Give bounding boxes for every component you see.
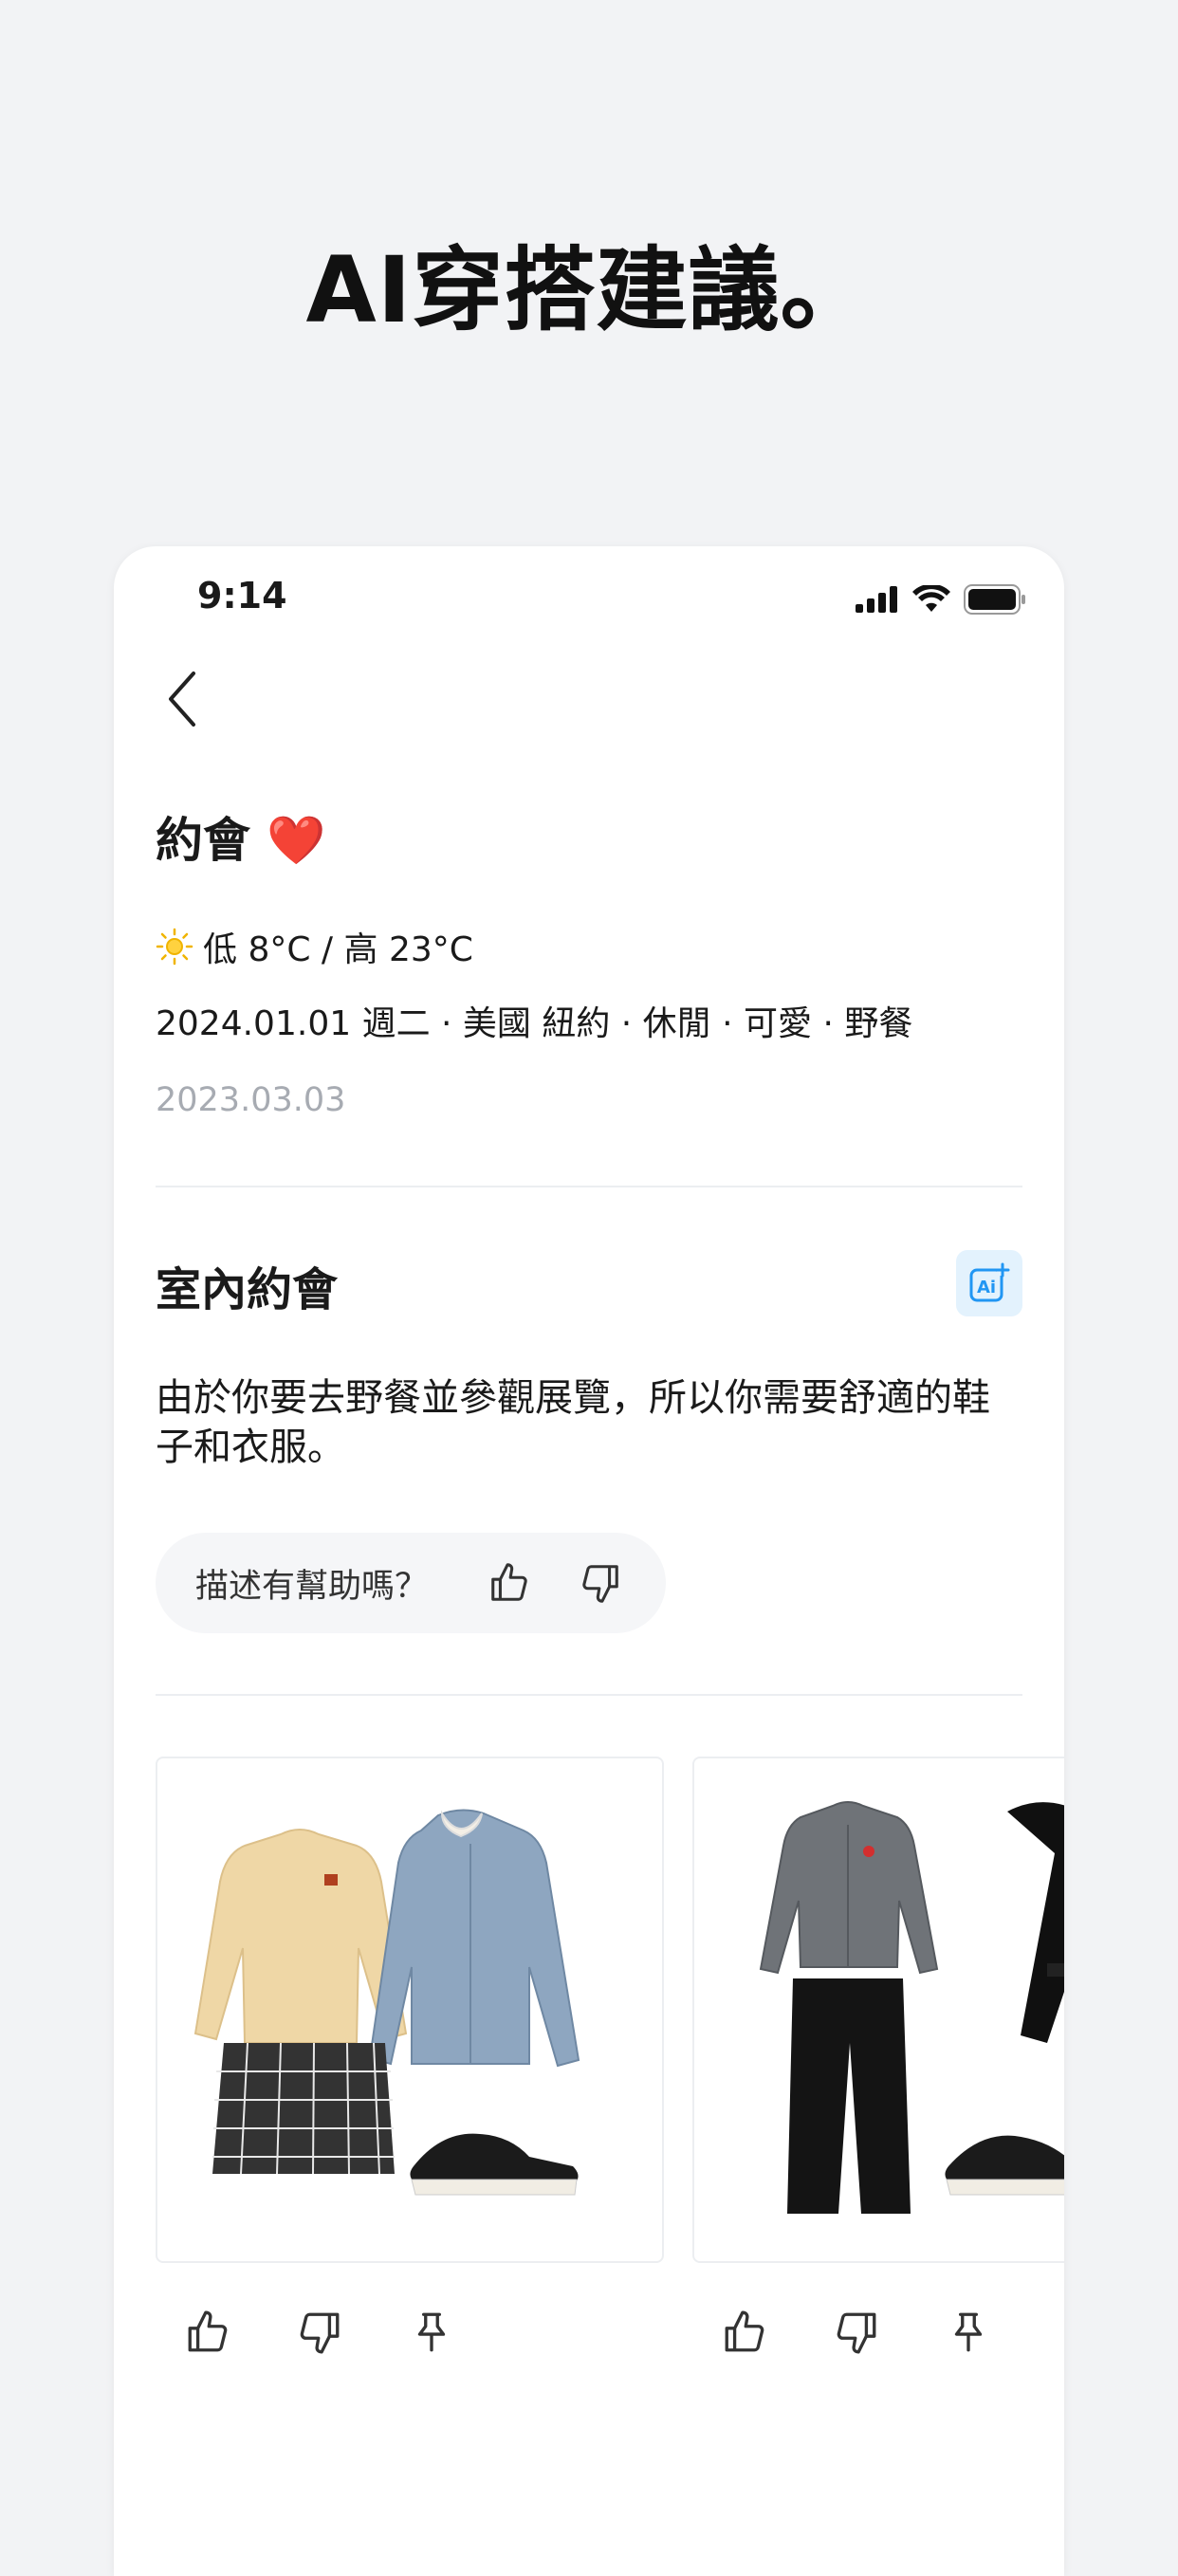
- feedback-thumbs-down-button[interactable]: [579, 1561, 622, 1609]
- card-1-actions: [184, 2309, 520, 2356]
- outfit-title: 約會 ❤️: [156, 802, 326, 871]
- section-description: 由於你要去野餐並參觀展覽，所以你需要舒適的鞋子和衣服。: [156, 1376, 990, 1469]
- thumbs-down-icon: [582, 1565, 618, 1603]
- pin-button[interactable]: [945, 2309, 992, 2356]
- black-sneakers-image: [945, 2135, 1064, 2196]
- card-2-actions: [721, 2309, 1057, 2356]
- svg-text:Ai: Ai: [977, 1278, 996, 1297]
- chevron-left-icon: [169, 672, 195, 727]
- back-button[interactable]: [159, 670, 207, 728]
- feedback-thumbs-up-button[interactable]: [488, 1561, 531, 1609]
- like-button[interactable]: [184, 2309, 231, 2356]
- outfit-meta: 2024.01.01 週二 · 美國 紐約 · 休閒 · 可愛 · 野餐: [156, 1004, 913, 1043]
- beige-sweater-image: [193, 1829, 408, 2044]
- outfit-title-text: 約會: [156, 813, 250, 868]
- weather-row: 低 8°C / 高 23°C: [156, 922, 473, 971]
- like-button[interactable]: [721, 2309, 768, 2356]
- gray-cardigan-image: [759, 1801, 939, 1975]
- status-icons: [856, 584, 1026, 615]
- outfit-card-2[interactable]: [692, 1757, 1064, 2263]
- heart-emoji: ❤️: [267, 813, 326, 868]
- black-sneakers-image: [410, 2133, 579, 2196]
- section-title: 室內約會: [156, 1263, 339, 1316]
- black-coat-image: [1007, 1802, 1064, 2109]
- phone-screen: 9:14 約會 ❤️ 低 8°C / 高 23°C 2024.01.01 週二 …: [114, 546, 1064, 2576]
- outfit-card-1[interactable]: [156, 1757, 664, 2263]
- signal-icon: [856, 586, 897, 613]
- ai-button[interactable]: Ai: [956, 1250, 1022, 1316]
- battery-icon: [964, 584, 1025, 615]
- divider: [156, 1694, 1022, 1696]
- plaid-skirt-image: [212, 2042, 395, 2175]
- black-trousers-image: [787, 1978, 911, 2214]
- dislike-button[interactable]: [296, 2309, 343, 2356]
- weather-text: 低 8°C / 高 23°C: [203, 930, 473, 969]
- feedback-pill: 描述有幫助嗎？: [156, 1533, 666, 1633]
- feedback-label: 描述有幫助嗎？: [195, 1567, 429, 1606]
- thumbs-up-icon: [491, 1563, 527, 1601]
- dislike-button[interactable]: [833, 2309, 880, 2356]
- divider: [156, 1186, 1022, 1187]
- headline: AI穿搭建議。: [305, 237, 873, 343]
- status-time: 9:14: [197, 575, 287, 616]
- created-date: 2023.03.03: [156, 1081, 346, 1119]
- sun-icon: [156, 928, 193, 966]
- wifi-icon: [912, 585, 950, 612]
- ai-sparkle-icon: Ai: [969, 1262, 1010, 1302]
- pin-button[interactable]: [408, 2309, 455, 2356]
